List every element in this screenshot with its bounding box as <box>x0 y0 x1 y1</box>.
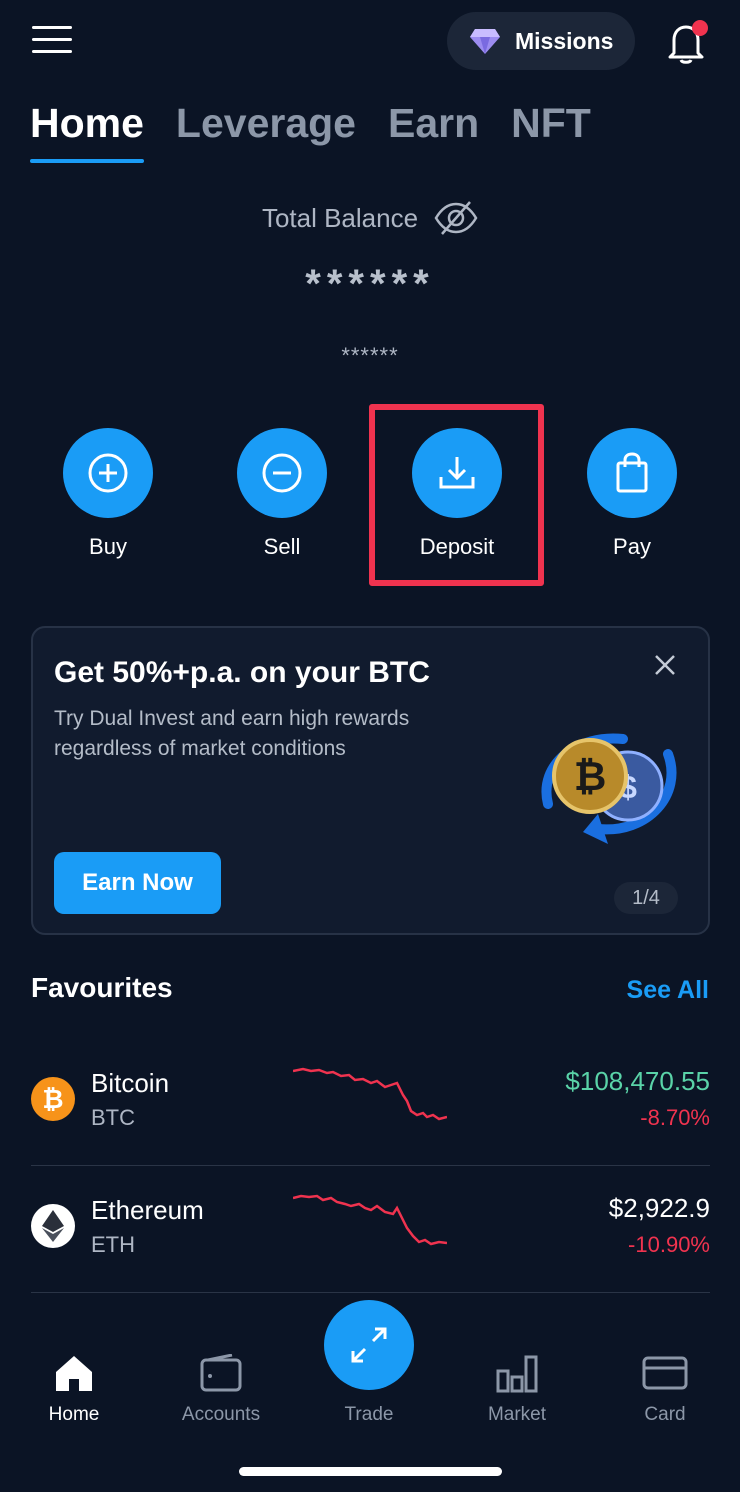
buy-button[interactable]: Buy <box>33 428 183 560</box>
total-balance-header: Total Balance <box>0 198 740 238</box>
coin-row-ethereum[interactable]: Ethereum ETH $2,922.9 -10.90% <box>31 1166 710 1293</box>
diamond-icon <box>470 29 500 54</box>
card-icon <box>642 1350 688 1396</box>
nav-home[interactable]: Home <box>14 1350 134 1426</box>
svg-text:₿: ₿ <box>574 755 607 799</box>
trade-arrows-icon <box>351 1327 387 1363</box>
buy-circle <box>63 428 153 518</box>
promo-description: Try Dual Invest and earn high rewards re… <box>54 707 410 760</box>
coin-row-bitcoin[interactable]: ₿ Bitcoin BTC $108,470.55 -8.70% <box>31 1039 710 1166</box>
favourites-title: Favourites <box>31 972 173 1003</box>
nav-trade-label: Trade <box>344 1404 394 1425</box>
notification-dot <box>692 20 708 36</box>
pay-label: Pay <box>613 534 651 559</box>
deposit-circle <box>412 428 502 518</box>
total-balance-label: Total Balance <box>261 202 419 233</box>
notifications-button[interactable] <box>666 20 708 64</box>
wallet-icon <box>198 1350 244 1396</box>
bitcoin-dual-invest-illustration: $ ₿ <box>541 733 677 844</box>
hamburger-line <box>32 38 72 41</box>
coin-name: Ethereum <box>91 1195 204 1225</box>
buy-label: Buy <box>89 534 127 559</box>
coin-price: $2,922.9 <box>608 1193 710 1223</box>
price-sparkline <box>293 1194 447 1246</box>
coin-symbol: BTC <box>91 1105 135 1130</box>
nav-home-label: Home <box>48 1404 100 1425</box>
close-icon[interactable] <box>652 652 678 678</box>
sell-button[interactable]: Sell <box>207 428 357 560</box>
eye-slash-icon[interactable] <box>434 198 478 238</box>
nav-card[interactable]: Card <box>605 1350 725 1426</box>
ethereum-diamond-glyph <box>42 1210 64 1242</box>
tab-home[interactable]: Home <box>30 100 144 163</box>
sell-label: Sell <box>263 534 301 559</box>
coin-symbol: ETH <box>91 1232 135 1257</box>
promo-card: Get 50%+p.a. on your BTC Try Dual Invest… <box>31 626 710 935</box>
row-divider <box>31 1292 710 1293</box>
bitcoin-icon: ₿ <box>31 1077 75 1121</box>
coin-change: -8.70% <box>640 1105 710 1130</box>
bar-chart-icon <box>494 1350 540 1396</box>
nav-market[interactable]: Market <box>457 1350 577 1426</box>
trade-button[interactable] <box>324 1300 414 1390</box>
price-sparkline <box>293 1067 447 1121</box>
top-bar: Missions <box>0 0 740 90</box>
see-all-link[interactable]: See All <box>627 976 709 1005</box>
minus-circle-icon <box>262 453 302 493</box>
hamburger-line <box>32 26 72 29</box>
home-icon <box>51 1350 97 1396</box>
nav-market-label: Market <box>487 1404 547 1425</box>
plus-circle-icon <box>88 453 128 493</box>
sell-circle <box>237 428 327 518</box>
nav-accounts-label: Accounts <box>181 1404 261 1425</box>
promo-pager: 1/4 <box>614 882 678 914</box>
hamburger-line <box>32 50 72 53</box>
coin-name: Bitcoin <box>91 1068 170 1098</box>
missions-button[interactable]: Missions <box>447 12 635 70</box>
nav-accounts[interactable]: Accounts <box>161 1350 281 1426</box>
download-icon <box>439 457 475 489</box>
home-indicator <box>239 1467 502 1476</box>
pay-button[interactable]: Pay <box>557 428 707 560</box>
deposit-label: Deposit <box>419 534 495 559</box>
deposit-button[interactable]: Deposit <box>382 428 532 560</box>
coin-price: $108,470.55 <box>565 1066 710 1096</box>
tab-nft[interactable]: NFT <box>511 100 591 163</box>
nav-card-label: Card <box>644 1404 686 1425</box>
promo-title: Get 50%+p.a. on your BTC <box>54 656 430 689</box>
menu-button[interactable] <box>32 26 72 56</box>
missions-label: Missions <box>515 27 614 54</box>
shopping-bag-icon <box>616 452 648 493</box>
tab-earn[interactable]: Earn <box>388 100 479 163</box>
earn-now-button[interactable]: Earn Now <box>54 852 221 914</box>
total-balance-value: ****** <box>305 262 435 306</box>
pay-circle <box>587 428 677 518</box>
ethereum-icon <box>31 1204 75 1248</box>
tab-leverage[interactable]: Leverage <box>176 100 356 163</box>
coin-change: -10.90% <box>628 1232 710 1257</box>
main-tabs: Home Leverage Earn NFT <box>30 100 591 163</box>
balance-secondary-value: ****** <box>341 343 399 368</box>
